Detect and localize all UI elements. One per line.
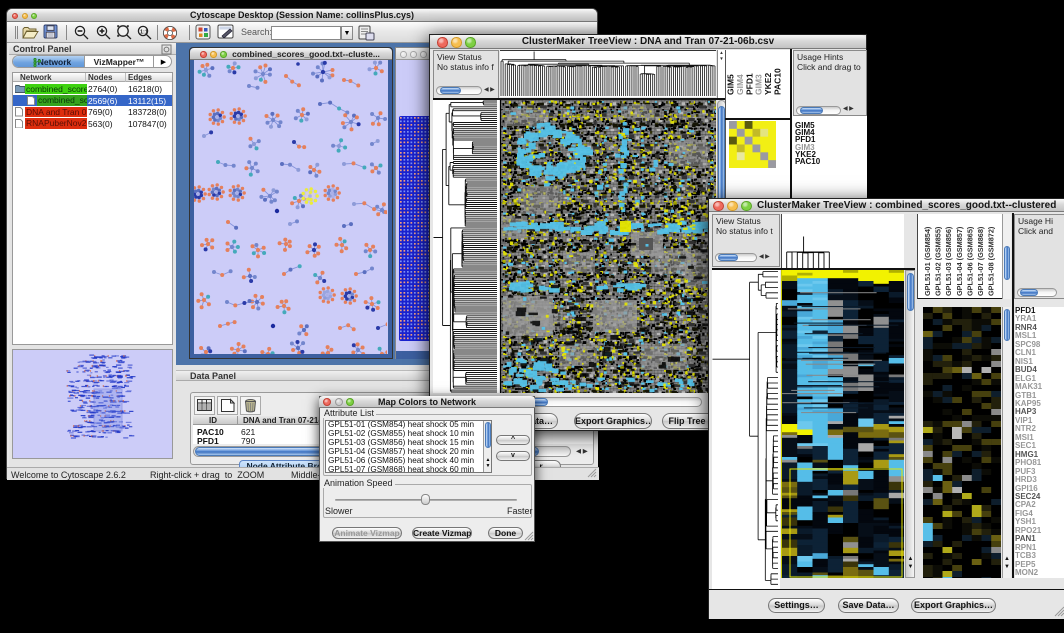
svg-text:GPL51-01 (GSM854): GPL51-01 (GSM854)	[923, 226, 932, 296]
svg-text:GPL51-04 (GSM857): GPL51-04 (GSM857)	[955, 226, 964, 296]
svg-text:GPL51-08 (GSM872): GPL51-08 (GSM872)	[987, 226, 996, 296]
svg-text:GPL51-06 (GSM865): GPL51-06 (GSM865)	[965, 226, 974, 296]
svg-text:GPL51-02 (GSM855): GPL51-02 (GSM855)	[934, 226, 943, 296]
svg-text:Search:: Search:	[241, 27, 272, 37]
svg-text:1:1: 1:1	[140, 29, 148, 35]
svg-text:PAC10: PAC10	[773, 68, 783, 95]
svg-text:GPL51-03 (GSM856): GPL51-03 (GSM856)	[944, 226, 953, 296]
svg-text:GPL51-07 (GSM868): GPL51-07 (GSM868)	[976, 226, 985, 296]
